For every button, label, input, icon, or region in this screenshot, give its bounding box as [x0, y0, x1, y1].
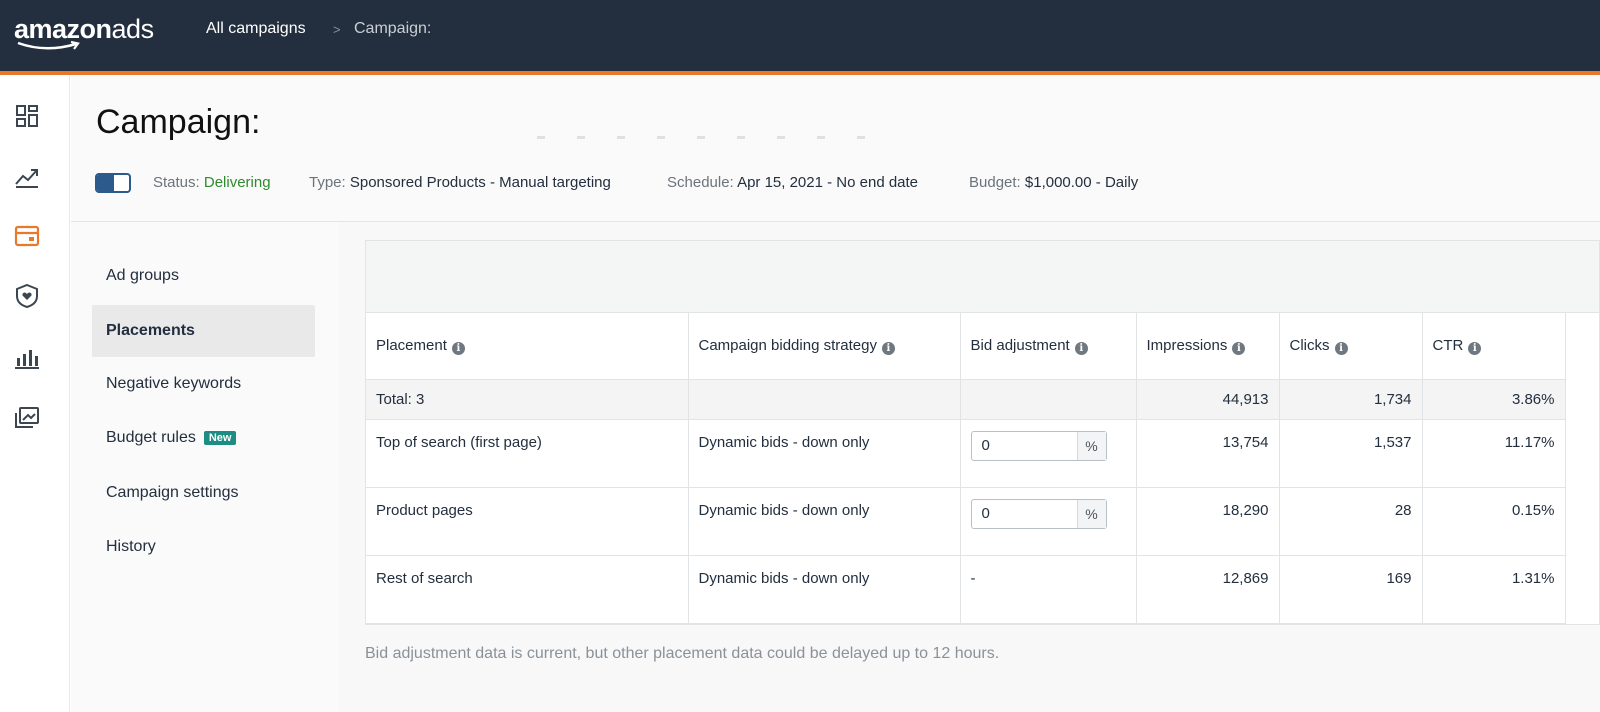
- column-header-placement[interactable]: Placement i: [366, 313, 689, 380]
- column-header-bidding-strategy[interactable]: Campaign bidding strategy i: [688, 313, 961, 380]
- info-icon[interactable]: i: [1074, 341, 1088, 355]
- subnav-negative-keywords[interactable]: Negative keywords: [92, 358, 315, 410]
- bid-adjustment-input-group: %: [970, 430, 1107, 461]
- campaign-card-icon[interactable]: [12, 221, 42, 251]
- new-badge: New: [203, 431, 237, 445]
- subnav-ad-groups[interactable]: Ad groups: [92, 250, 315, 302]
- percent-suffix: %: [1076, 431, 1106, 460]
- breadcrumb-all-campaigns[interactable]: All campaigns: [206, 20, 306, 38]
- column-header-bid-adjustment[interactable]: Bid adjustment i: [960, 313, 1137, 380]
- bid-adjustment-input[interactable]: [971, 431, 1077, 460]
- schedule-field: Schedule: Apr 15, 2021 - No end date: [667, 174, 919, 191]
- top-bar: amazonads All campaigns > Campaign:: [0, 0, 1600, 71]
- brand-shield-icon[interactable]: [12, 281, 42, 311]
- table-row: Rest of search Dynamic bids - down only …: [366, 555, 1566, 624]
- placements-table-card: Placement i Campaign bidding strategy i Bi…: [365, 240, 1600, 625]
- info-icon[interactable]: i: [881, 341, 895, 355]
- campaign-status-toggle[interactable]: [95, 173, 131, 193]
- column-header-clicks[interactable]: Clicks i: [1279, 313, 1423, 380]
- percent-suffix: %: [1076, 499, 1106, 528]
- bid-adjustment-input-group: %: [970, 498, 1107, 529]
- status-value: Delivering: [203, 174, 271, 191]
- dashboard-icon[interactable]: [12, 101, 42, 131]
- smile-icon: [17, 40, 80, 50]
- table-total-row: Total: 3 44,913 1,734 3.86%: [366, 379, 1566, 420]
- breadcrumb-separator: >: [333, 22, 341, 37]
- redacted-campaign-name: [537, 136, 887, 139]
- bar-chart-icon[interactable]: [12, 343, 42, 373]
- status-field: Status: Delivering: [153, 174, 271, 191]
- campaign-header: Campaign: Status: Delivering Type: Spons…: [71, 75, 1600, 222]
- budget-field: Budget: $1,000.00 - Daily: [969, 174, 1139, 191]
- bid-adjustment-input[interactable]: [971, 499, 1077, 528]
- subnav-placements[interactable]: Placements: [92, 305, 315, 357]
- data-delay-footnote: Bid adjustment data is current, but othe…: [365, 645, 1000, 662]
- subnav-history[interactable]: History: [92, 521, 315, 573]
- left-rail: [0, 75, 70, 712]
- subnav-budget-rules[interactable]: Budget rules New: [92, 412, 315, 464]
- table-toolbar: [366, 241, 1599, 313]
- column-header-impressions[interactable]: Impressions i: [1136, 313, 1280, 380]
- info-icon[interactable]: i: [1232, 341, 1246, 355]
- subnav-campaign-settings[interactable]: Campaign settings: [92, 467, 315, 519]
- column-header-ctr[interactable]: CTR i: [1422, 313, 1566, 380]
- info-icon[interactable]: i: [451, 341, 465, 355]
- table-row: Top of search (first page) Dynamic bids …: [366, 419, 1566, 488]
- type-field: Type: Sponsored Products - Manual target…: [309, 174, 611, 191]
- trend-chart-icon[interactable]: [12, 161, 42, 191]
- table-row: Product pages Dynamic bids - down only %…: [366, 487, 1566, 556]
- info-icon[interactable]: i: [1334, 341, 1348, 355]
- placements-table: Placement i Campaign bidding strategy i Bi…: [366, 313, 1566, 624]
- breadcrumb-current: Campaign:: [354, 20, 432, 37]
- page-title: Campaign:: [96, 103, 261, 141]
- info-icon[interactable]: i: [1468, 341, 1482, 355]
- media-icon[interactable]: [12, 403, 42, 433]
- bid-adjustment-empty: -: [960, 555, 1137, 624]
